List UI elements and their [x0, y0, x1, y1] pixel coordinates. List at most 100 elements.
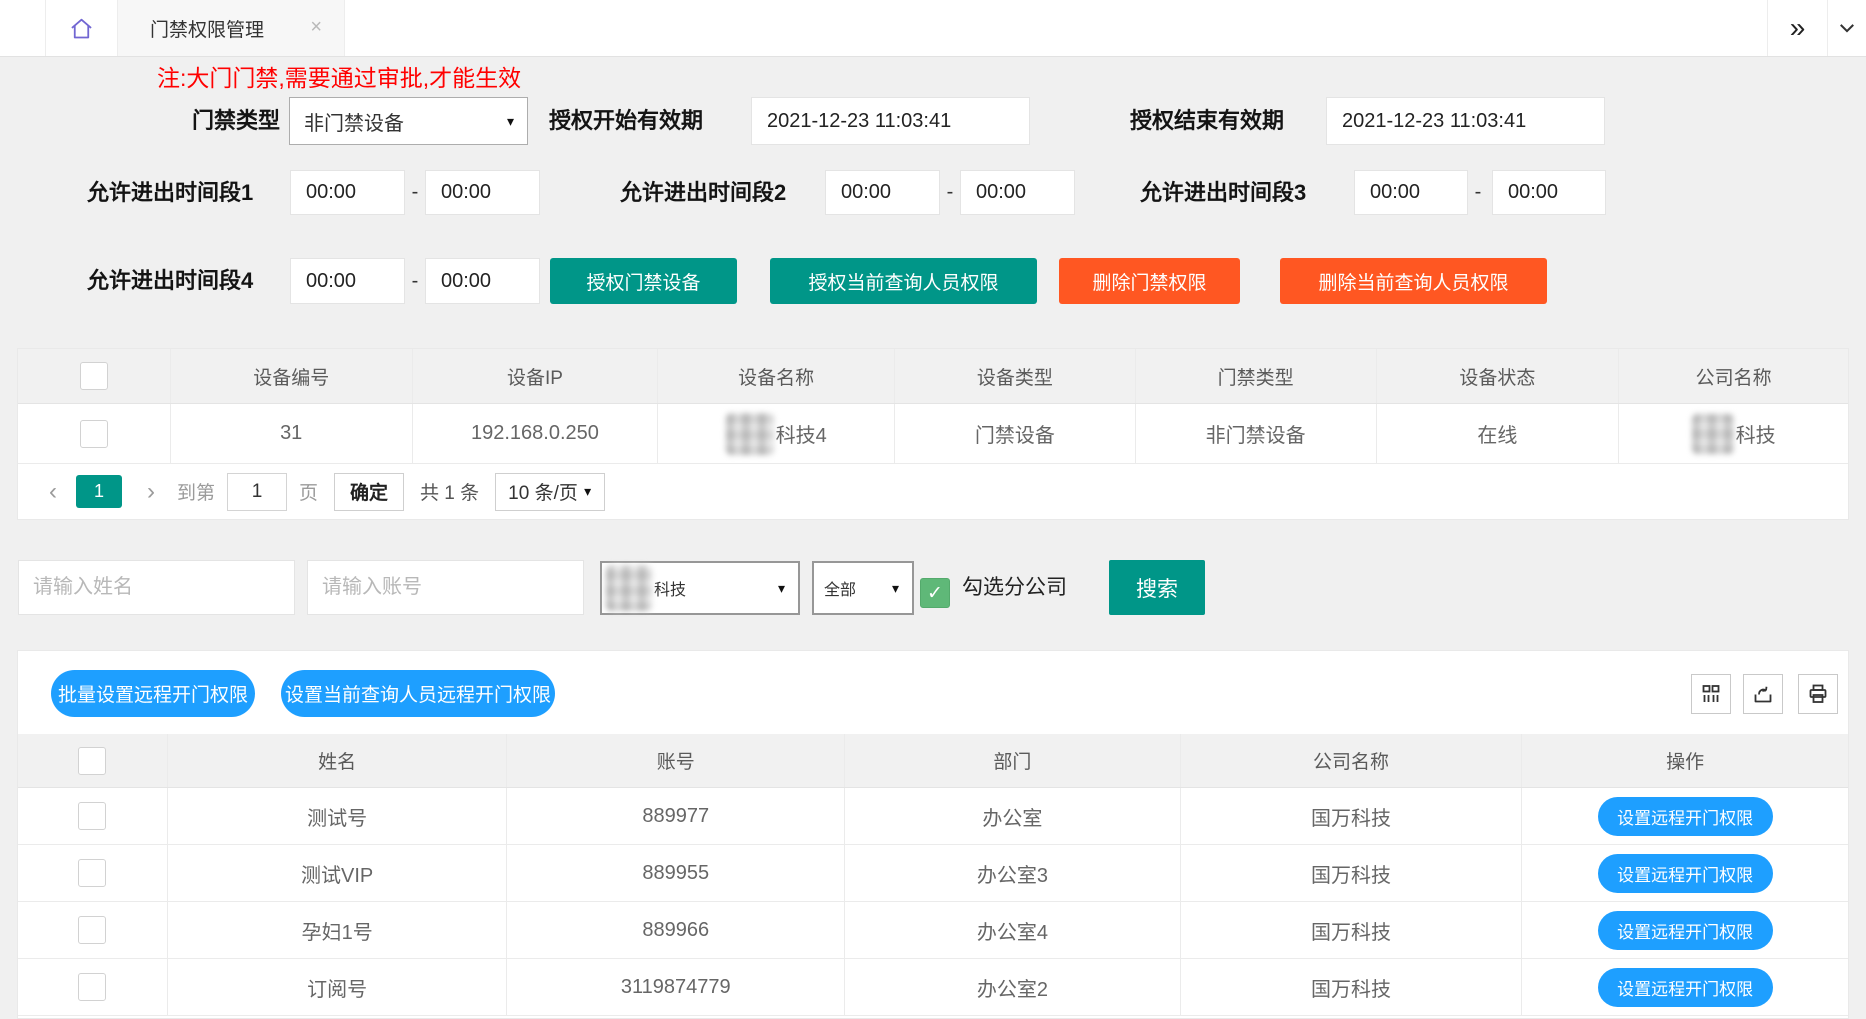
- col-company: 公司名称: [1181, 734, 1523, 787]
- access-type-select[interactable]: 非门禁设备 ▾: [289, 97, 528, 145]
- pagination: ‹ 1 › 到第 页 确定 共 1 条 10 条/页 ▾: [18, 464, 1848, 519]
- cell-action: 设置远程开门权限: [1522, 788, 1848, 844]
- select-all-checkbox[interactable]: [78, 747, 106, 775]
- period2-to-input[interactable]: [960, 170, 1075, 215]
- delete-access-permission-button[interactable]: 删除门禁权限: [1059, 258, 1240, 304]
- cell-name: 订阅号: [168, 959, 508, 1015]
- cell-dept: 办公室3: [845, 845, 1181, 901]
- range-dash: -: [408, 258, 422, 304]
- goto-confirm-button[interactable]: 确定: [334, 473, 404, 511]
- cell-company-name: 科技: [1619, 404, 1848, 463]
- select-all-checkbox[interactable]: [80, 362, 108, 390]
- authorize-current-person-button[interactable]: 授权当前查询人员权限: [770, 258, 1037, 304]
- scope-select[interactable]: 全部 ▾: [812, 561, 914, 615]
- auth-start-input[interactable]: [751, 97, 1030, 145]
- check-icon: ✓: [927, 582, 943, 605]
- page-unit-label: 页: [299, 478, 318, 505]
- cell-company: 国万科技: [1181, 845, 1523, 901]
- cell-action: 设置远程开门权限: [1522, 845, 1848, 901]
- caret-down-icon: ▾: [507, 113, 514, 130]
- caret-down-icon: ▾: [778, 580, 785, 597]
- col-account: 账号: [507, 734, 845, 787]
- tab-access-permission[interactable]: 门禁权限管理 ×: [118, 0, 345, 56]
- caret-down-icon: ▾: [584, 483, 591, 500]
- filter-columns-button[interactable]: [1691, 674, 1731, 714]
- next-page-icon[interactable]: ›: [147, 480, 155, 504]
- cell-action: 设置远程开门权限: [1522, 959, 1848, 1015]
- caret-down-icon: ▾: [892, 580, 899, 597]
- period1-from-input[interactable]: [290, 170, 405, 215]
- cell-device-ip: 192.168.0.250: [413, 404, 659, 463]
- collapse-tabs-button[interactable]: »: [1767, 0, 1827, 56]
- period2-from-input[interactable]: [825, 170, 940, 215]
- tab-label: 门禁权限管理: [150, 15, 264, 42]
- row-checkbox[interactable]: [78, 802, 106, 830]
- search-button[interactable]: 搜索: [1109, 560, 1205, 615]
- set-remote-open-button[interactable]: 设置远程开门权限: [1598, 797, 1773, 836]
- close-icon[interactable]: ×: [310, 17, 322, 37]
- delete-current-person-button[interactable]: 删除当前查询人员权限: [1280, 258, 1547, 304]
- header-checkbox-cell: [18, 734, 168, 787]
- company-select[interactable]: 科技 ▾: [600, 561, 800, 615]
- people-row: 测试VIP 889955 办公室3 国万科技 设置远程开门权限: [18, 845, 1848, 902]
- period4-to-input[interactable]: [425, 258, 540, 304]
- cell-device-name: 科技4: [658, 404, 895, 463]
- range-dash: -: [408, 170, 422, 215]
- col-device-name: 设备名称: [658, 349, 895, 403]
- row-checkbox[interactable]: [78, 916, 106, 944]
- cell-dept: 办公室2: [845, 959, 1181, 1015]
- scope-select-value: 全部: [824, 576, 856, 600]
- set-remote-open-button[interactable]: 设置远程开门权限: [1598, 911, 1773, 950]
- period3-from-input[interactable]: [1354, 170, 1468, 215]
- home-tab[interactable]: [45, 0, 118, 56]
- total-count-label: 共 1 条: [420, 478, 479, 505]
- auth-end-input[interactable]: [1326, 97, 1605, 145]
- company-name-visible: 科技: [1736, 419, 1776, 448]
- cell-access-type: 非门禁设备: [1136, 404, 1377, 463]
- device-name-visible: 科技4: [776, 419, 827, 448]
- current-query-remote-open-button[interactable]: 设置当前查询人员远程开门权限: [281, 670, 555, 717]
- people-row: 订阅号 3119874779 办公室2 国万科技 设置远程开门权限: [18, 959, 1848, 1016]
- row-checkbox[interactable]: [78, 973, 106, 1001]
- export-button[interactable]: [1743, 674, 1783, 714]
- authorize-device-button[interactable]: 授权门禁设备: [550, 258, 737, 304]
- period1-to-input[interactable]: [425, 170, 540, 215]
- columns-filter-icon: [1699, 682, 1723, 706]
- people-table-header-row: 姓名 账号 部门 公司名称 操作: [18, 734, 1848, 788]
- col-device-type: 设备类型: [895, 349, 1136, 403]
- period4-from-input[interactable]: [290, 258, 405, 304]
- access-type-value: 非门禁设备: [304, 107, 404, 136]
- prev-page-icon[interactable]: ‹: [49, 480, 57, 504]
- approval-note: 注:大门门禁,需要通过审批,才能生效: [157, 64, 521, 92]
- access-type-label: 门禁类型: [170, 97, 280, 145]
- page-size-select[interactable]: 10 条/页 ▾: [495, 473, 605, 511]
- col-name: 姓名: [168, 734, 508, 787]
- chevron-down-icon: [1837, 18, 1857, 38]
- home-icon: [68, 15, 95, 42]
- name-search-input[interactable]: [18, 560, 295, 615]
- account-search-input[interactable]: [307, 560, 584, 615]
- row-checkbox-cell: [18, 404, 171, 463]
- double-chevron-right-icon: »: [1790, 12, 1806, 44]
- print-button[interactable]: [1798, 674, 1838, 714]
- goto-page-input[interactable]: [227, 473, 287, 511]
- branch-company-label: 勾选分公司: [962, 560, 1067, 615]
- col-action: 操作: [1522, 734, 1848, 787]
- row-checkbox[interactable]: [78, 859, 106, 887]
- branch-company-checkbox[interactable]: ✓: [920, 578, 950, 608]
- current-page-button[interactable]: 1: [76, 475, 122, 508]
- company-select-value: 科技: [654, 576, 686, 600]
- cell-device-status: 在线: [1377, 404, 1620, 463]
- device-table-panel: 设备编号 设备IP 设备名称 设备类型 门禁类型 设备状态 公司名称 31 19…: [17, 348, 1849, 520]
- batch-remote-open-button[interactable]: 批量设置远程开门权限: [51, 670, 255, 717]
- col-company-name: 公司名称: [1619, 349, 1848, 403]
- set-remote-open-button[interactable]: 设置远程开门权限: [1598, 968, 1773, 1007]
- page-size-value: 10 条/页: [508, 478, 578, 505]
- period3-to-input[interactable]: [1492, 170, 1606, 215]
- cell-company: 国万科技: [1181, 902, 1523, 958]
- col-dept: 部门: [845, 734, 1181, 787]
- tab-menu-button[interactable]: [1827, 0, 1866, 56]
- row-checkbox[interactable]: [80, 420, 108, 448]
- range-dash: -: [943, 170, 957, 215]
- set-remote-open-button[interactable]: 设置远程开门权限: [1598, 854, 1773, 893]
